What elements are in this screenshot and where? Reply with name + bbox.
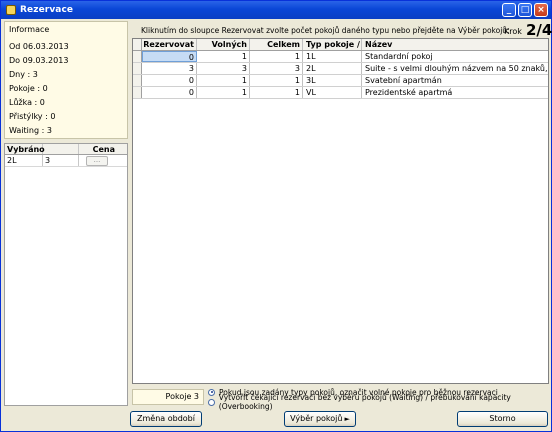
row-selector[interactable] [133, 51, 142, 62]
info-from: Od 06.03.2013 [9, 42, 69, 51]
title-bar[interactable]: Rezervace _ □ × [1, 1, 551, 19]
selected-count: 3 [43, 155, 79, 166]
col-header-reserve[interactable]: Rezervovat [142, 39, 197, 50]
reserve-cell[interactable]: 3 [142, 63, 197, 74]
selected-header-count[interactable] [43, 144, 79, 154]
table-row[interactable]: 0 1 1 3L Svatební apartmán [133, 75, 548, 87]
reserve-cell[interactable]: 0 [142, 75, 197, 86]
selected-type: 2L [5, 155, 43, 166]
info-extra-beds: Přistýlky : 0 [9, 112, 56, 121]
name-cell: Prezidentské apartmá [365, 88, 453, 97]
total-cell: 1 [250, 51, 303, 62]
free-cell: 1 [197, 87, 250, 98]
app-icon [6, 5, 16, 15]
row-selector[interactable] [133, 87, 142, 98]
type-cell: 1L [303, 51, 362, 62]
table-row[interactable]: 0 1 1 VL Prezidentské apartmá [133, 87, 548, 99]
name-cell: Standardní pokoj [365, 52, 433, 61]
table-row[interactable]: 0 1 1 1L Standardní pokoj [133, 51, 548, 63]
info-days: Dny : 3 [9, 70, 38, 79]
row-selector[interactable] [133, 63, 142, 74]
radio-option-waiting[interactable]: Vytvořit čekající rezervaci bez výběru p… [208, 393, 551, 411]
room-selection-button[interactable]: Výběr pokojů ► [284, 411, 356, 427]
radio-option-waiting-label: Vytvořit čekající rezervaci bez výběru p… [218, 393, 511, 411]
free-cell: 1 [197, 75, 250, 86]
window-title: Rezervace [20, 5, 74, 15]
reserve-cell[interactable]: 0 [142, 51, 197, 62]
info-beds: Lůžka : 0 [9, 98, 45, 107]
total-cell: 3 [250, 63, 303, 74]
step-label: Krok [504, 27, 522, 36]
radio-selected-icon[interactable] [208, 388, 215, 396]
info-to: Do 09.03.2013 [9, 56, 69, 65]
price-button[interactable]: ... [86, 156, 108, 166]
table-row[interactable]: 3 3 3 2L Suite - s velmi dlouhým názvem … [133, 63, 548, 75]
reservation-window: Rezervace _ □ × Informace Od 06.03.2013 … [0, 0, 552, 432]
instruction-text: Kliknutím do sloupce Rezervovat zvolte p… [141, 26, 510, 35]
step-value: 2/4 [526, 21, 552, 39]
col-header-room-type[interactable]: Typ pokoje ∕ [303, 39, 362, 50]
arrow-right-icon: ► [344, 415, 350, 423]
close-icon[interactable]: × [534, 3, 548, 17]
col-header-total[interactable]: Celkem [250, 39, 303, 50]
radio-unselected-icon[interactable] [208, 398, 215, 406]
name-cell: Svatební apartmán [365, 76, 442, 85]
info-waiting: Waiting : 3 [9, 126, 52, 135]
rooms-count-box: Pokoje 3 [132, 389, 204, 405]
selected-table-header: Vybráno Cena [5, 144, 127, 155]
type-cell: 2L [303, 63, 362, 74]
selected-row[interactable]: 2L 3 ... [5, 155, 127, 167]
reserve-cell[interactable]: 0 [142, 87, 197, 98]
change-period-button[interactable]: Změna období [130, 411, 202, 427]
type-cell: VL [303, 87, 362, 98]
total-cell: 1 [250, 87, 303, 98]
maximize-icon[interactable]: □ [518, 3, 532, 17]
info-panel: Informace Od 06.03.2013 Do 09.03.2013 Dn… [4, 21, 128, 139]
minimize-icon[interactable]: _ [502, 3, 516, 17]
reservation-mode-group: Pokud jsou zadány typy pokojů, označit v… [208, 387, 551, 411]
free-cell: 1 [197, 51, 250, 62]
col-header-name[interactable]: Název [362, 39, 548, 50]
total-cell: 1 [250, 75, 303, 86]
selected-header-type[interactable]: Vybráno [5, 144, 45, 154]
selected-header-price[interactable]: Cena [79, 144, 117, 154]
col-header-free[interactable]: Volných [197, 39, 250, 50]
room-types-grid[interactable]: Rezervovat Volných Celkem Typ pokoje ∕ N… [132, 38, 549, 384]
free-cell: 3 [197, 63, 250, 74]
cancel-button[interactable]: Storno [457, 411, 548, 427]
type-cell: 3L [303, 75, 362, 86]
room-selection-label: Výběr pokojů [290, 414, 343, 423]
info-heading: Informace [9, 25, 50, 34]
grid-header: Rezervovat Volných Celkem Typ pokoje ∕ N… [133, 39, 548, 51]
selected-rooms-table[interactable]: Vybráno Cena 2L 3 ... [4, 143, 128, 406]
info-rooms: Pokoje : 0 [9, 84, 48, 93]
name-cell: Suite - s velmi dlouhým názvem na 50 zna… [365, 64, 548, 73]
row-selector-header [133, 39, 142, 50]
row-selector[interactable] [133, 75, 142, 86]
